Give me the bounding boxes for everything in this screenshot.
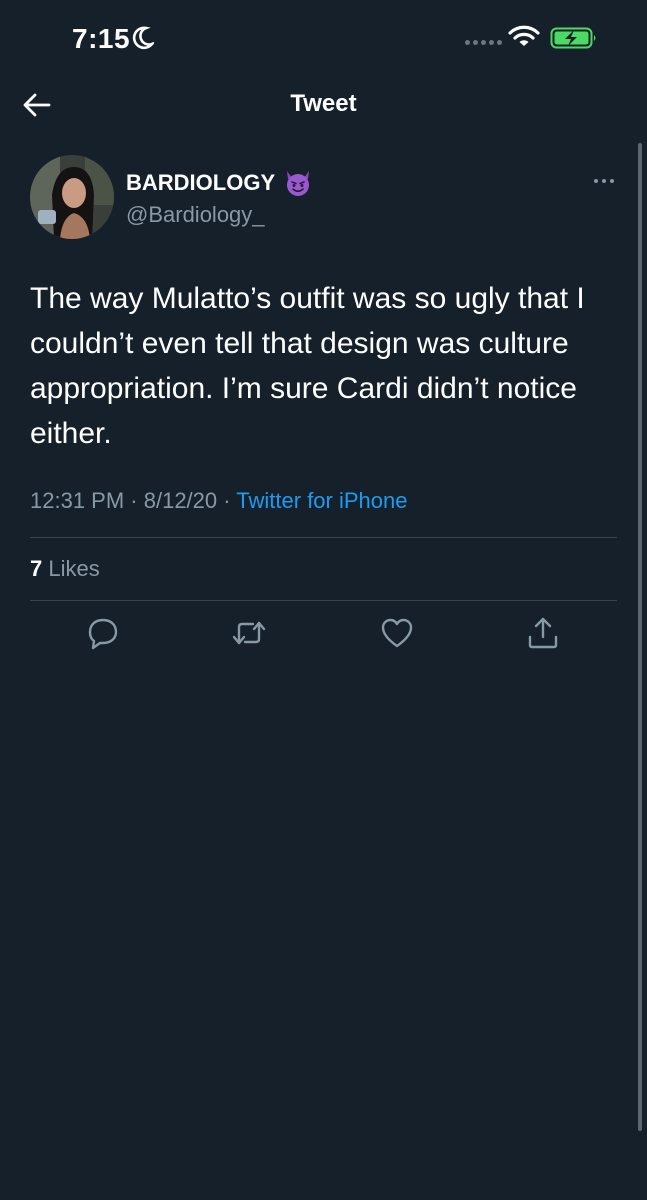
- status-bar: 7:15: [0, 0, 647, 80]
- retweet-icon[interactable]: [231, 615, 267, 651]
- heart-icon[interactable]: [379, 615, 415, 651]
- meta-separator: ·: [124, 488, 144, 513]
- tweet-date[interactable]: 8/12/20: [144, 488, 217, 513]
- tweet-text: The way Mulatto’s outfit was so ugly tha…: [30, 282, 585, 450]
- meta-separator: ·: [217, 488, 237, 513]
- avatar[interactable]: [30, 155, 114, 239]
- tweet-source-link[interactable]: Twitter for iPhone: [236, 488, 407, 513]
- likes-count: 7: [30, 556, 43, 581]
- author-handle[interactable]: @Bardiology_: [126, 202, 265, 228]
- nav-header: Tweet: [0, 80, 647, 130]
- divider: [30, 600, 617, 601]
- more-horizontal-icon[interactable]: [592, 176, 616, 186]
- smiling-imp-emoji-icon: [287, 171, 310, 196]
- avatar-image: [30, 155, 114, 239]
- reply-icon[interactable]: [85, 615, 121, 651]
- tweet-action-bar: [0, 615, 647, 655]
- tweet-time[interactable]: 12:31 PM: [30, 488, 124, 513]
- display-name-text: BARDIOLOGY: [126, 170, 276, 195]
- likes-label: Likes: [48, 556, 100, 581]
- page-title: Tweet: [290, 90, 357, 117]
- wifi-icon: [508, 25, 540, 46]
- author-display-name[interactable]: BARDIOLOGY: [126, 168, 313, 198]
- cellular-signal-icon: [465, 40, 502, 45]
- likes-count-link[interactable]: 7 Likes: [30, 556, 100, 582]
- scrollbar[interactable]: [638, 143, 642, 1131]
- moon-icon: [132, 26, 154, 50]
- tweet-metadata: 12:31 PM · 8/12/20 · Twitter for iPhone: [30, 488, 407, 514]
- divider: [30, 537, 617, 538]
- share-icon[interactable]: [525, 615, 561, 651]
- battery-charging-icon: [550, 27, 596, 49]
- status-time: 7:15: [72, 23, 131, 54]
